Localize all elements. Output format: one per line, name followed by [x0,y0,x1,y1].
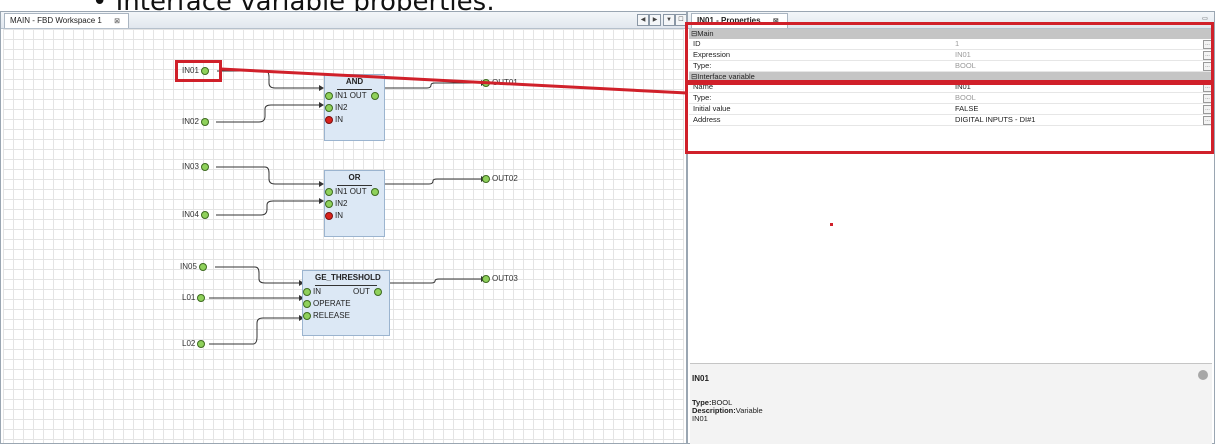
highlight-connector-layer [220,67,688,95]
highlight-connector-line [220,67,688,95]
